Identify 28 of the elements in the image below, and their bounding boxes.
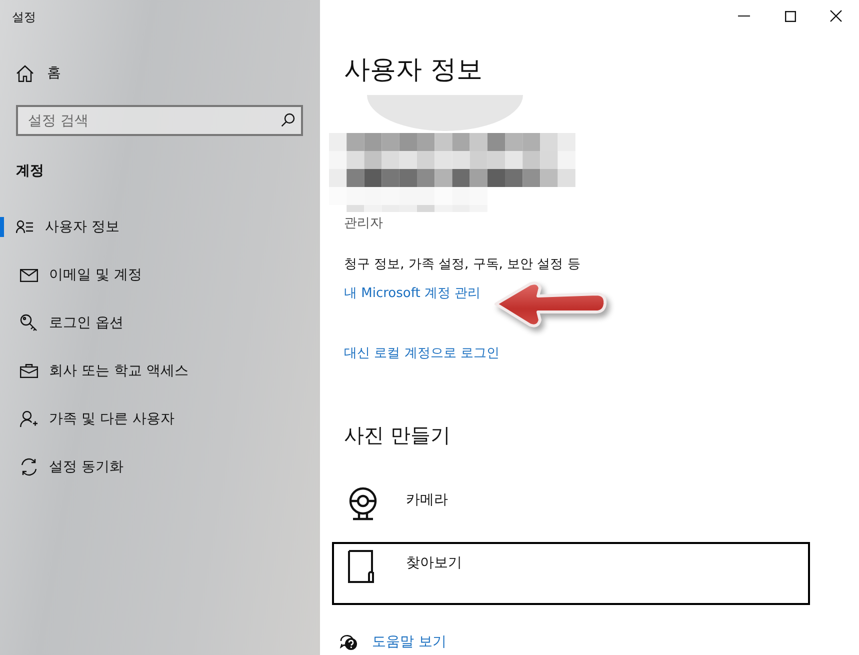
photo-option[interactable]: 찾아보기 (332, 542, 810, 605)
briefcase-icon (20, 364, 38, 378)
nav-item[interactable]: 로그인 옵션 (0, 313, 124, 333)
key-icon (20, 314, 38, 332)
search-field[interactable]: 설정 검색 (16, 105, 303, 136)
window-title: 설정 (12, 9, 36, 26)
mail-icon (20, 268, 38, 282)
link[interactable]: 대신 로컬 계정으로 로그인 (344, 344, 500, 362)
account-info-text: 청구 정보, 가족 설정, 구독, 보안 설정 등 (344, 256, 580, 273)
home-link[interactable]: 홈 (16, 63, 61, 83)
nav-item[interactable]: 회사 또는 학교 액세스 (0, 361, 188, 381)
person-add-icon (20, 410, 38, 428)
page-title: 사용자 정보 (344, 54, 482, 87)
section-heading: 사진 만들기 (344, 422, 450, 449)
nav-item[interactable]: 설정 동기화 (0, 457, 124, 477)
help-link[interactable]: 도움말 보기 (372, 633, 446, 651)
sync-icon (20, 458, 38, 476)
photo-option[interactable]: 카메라 (332, 479, 810, 542)
chat-question-icon (340, 634, 358, 650)
home-icon (16, 64, 34, 82)
link[interactable]: 내 Microsoft 계정 관리 (344, 284, 481, 302)
person-list-icon (16, 220, 34, 234)
nav-item[interactable]: 가족 및 다른 사용자 (0, 409, 174, 429)
nav-item[interactable]: 사용자 정보 (0, 217, 120, 237)
account-role: 관리자 (344, 215, 383, 232)
section-heading: 계정 (16, 162, 44, 180)
search-icon (281, 113, 295, 127)
nav-item[interactable]: 이메일 및 계정 (0, 265, 142, 285)
